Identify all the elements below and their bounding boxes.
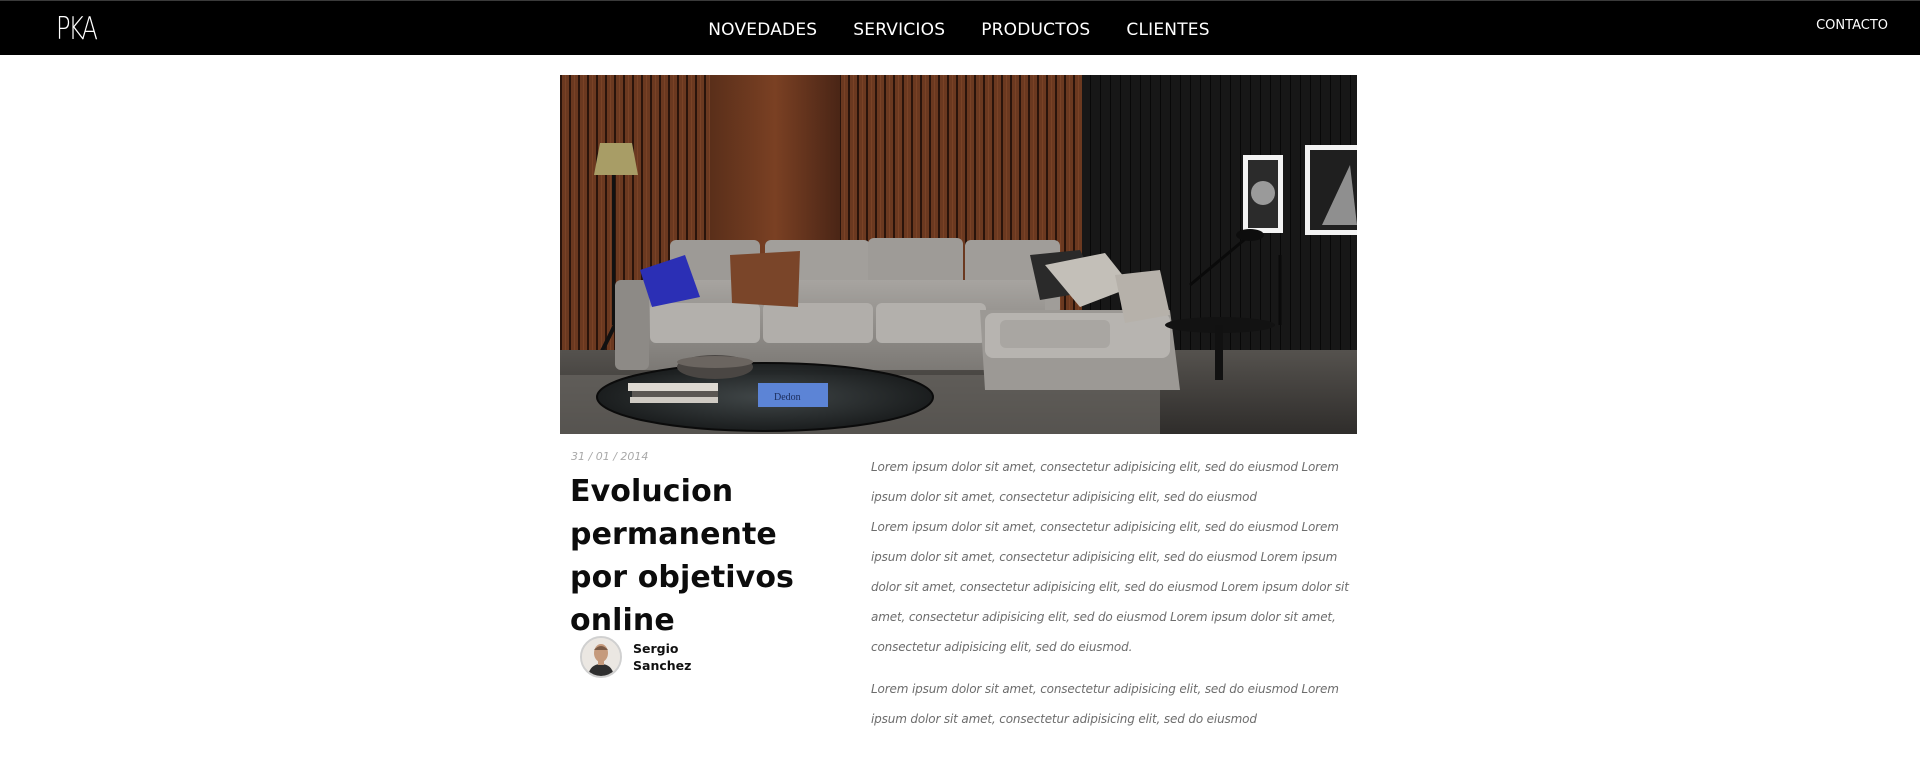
nav-item-novedades[interactable]: NOVEDADES bbox=[708, 20, 817, 40]
author-first-name: Sergio bbox=[633, 641, 679, 656]
book-cover-text: Dedon bbox=[774, 392, 801, 403]
article-paragraph-3: Lorem ipsum dolor sit amet, consectetur … bbox=[871, 682, 1339, 726]
nav-item-servicios[interactable]: SERVICIOS bbox=[853, 20, 945, 40]
living-room-illustration: Dedon bbox=[560, 75, 1357, 434]
author-portrait-icon bbox=[582, 638, 620, 676]
nav-item-clientes[interactable]: CLIENTES bbox=[1126, 20, 1209, 40]
hero-image: Dedon bbox=[560, 75, 1357, 434]
avatar[interactable] bbox=[580, 636, 622, 678]
article-paragraph-1: Lorem ipsum dolor sit amet, consectetur … bbox=[871, 460, 1339, 504]
author-last-name: Sanchez bbox=[633, 658, 692, 673]
article-body: Lorem ipsum dolor sit amet, consectetur … bbox=[871, 452, 1349, 734]
author-name[interactable]: Sergio Sanchez bbox=[633, 640, 693, 674]
article-paragraph-2: Lorem ipsum dolor sit amet, consectetur … bbox=[871, 520, 1349, 654]
main-nav: NOVEDADES SERVICIOS PRODUCTOS CLIENTES bbox=[0, 1, 1920, 56]
top-navigation-bar: PKA NOVEDADES SERVICIOS PRODUCTOS CLIENT… bbox=[0, 0, 1920, 55]
contact-link[interactable]: CONTACTO bbox=[1816, 18, 1888, 33]
article-date: 31 / 01 / 2014 bbox=[571, 450, 649, 463]
article-title: Evolucion permanente por objetivos onlin… bbox=[570, 474, 794, 638]
nav-item-productos[interactable]: PRODUCTOS bbox=[981, 20, 1090, 40]
author-block[interactable]: Sergio Sanchez bbox=[580, 635, 693, 679]
